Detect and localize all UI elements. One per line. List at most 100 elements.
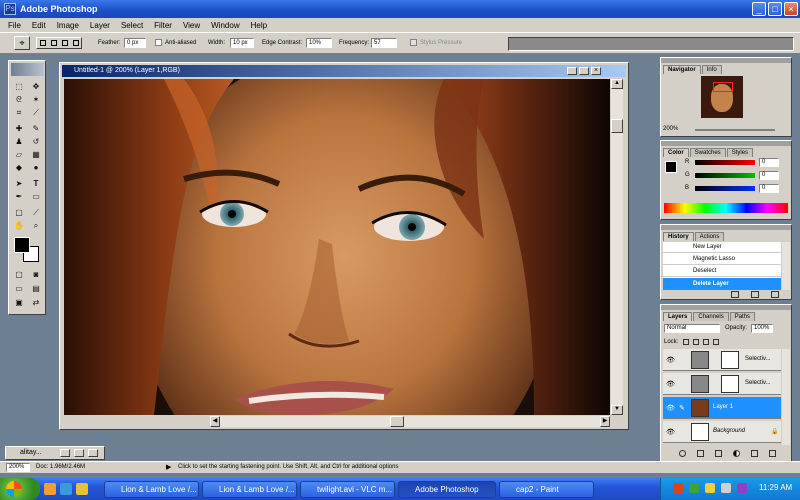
- menu-image[interactable]: Image: [57, 21, 79, 30]
- blue-slider[interactable]: [695, 186, 755, 191]
- minimized-document[interactable]: alitay...: [5, 446, 105, 460]
- menu-view[interactable]: View: [183, 21, 200, 30]
- frequency-field[interactable]: 57: [371, 38, 397, 48]
- menu-help[interactable]: Help: [251, 21, 267, 30]
- palette-well[interactable]: [508, 37, 794, 51]
- gradient-tool-icon[interactable]: ▦: [28, 149, 44, 160]
- selection-mode-buttons[interactable]: [36, 37, 82, 49]
- color-foreground-swatch[interactable]: [665, 161, 677, 173]
- tab-layers[interactable]: Layers: [663, 312, 693, 321]
- tray-icon[interactable]: [737, 483, 747, 493]
- magic-wand-icon[interactable]: ✶: [28, 94, 44, 105]
- scroll-up-icon[interactable]: ▲: [611, 79, 623, 89]
- zoom-tool-icon[interactable]: ⌕: [28, 220, 44, 231]
- navigator-view-box[interactable]: [713, 82, 733, 92]
- history-item[interactable]: Deselect: [663, 266, 781, 277]
- tab-info[interactable]: Info: [701, 65, 722, 74]
- jump-to-imageready-icon[interactable]: ⇄: [28, 297, 44, 308]
- ie-icon[interactable]: [60, 483, 72, 495]
- stamp-tool-icon[interactable]: ♟: [11, 136, 27, 147]
- navigator-zoom[interactable]: 200%: [663, 126, 678, 132]
- tray-icon[interactable]: [689, 483, 699, 493]
- taskbar-item[interactable]: Lion & Lamb Love /...: [104, 481, 199, 498]
- menu-file[interactable]: File: [8, 21, 21, 30]
- trash-icon[interactable]: [771, 291, 779, 298]
- history-item[interactable]: New Layer: [663, 242, 781, 253]
- eye-icon[interactable]: 👁: [666, 380, 675, 388]
- horizontal-scrollbar[interactable]: ◀ ▶: [210, 416, 610, 427]
- history-item[interactable]: Magnetic Lasso: [663, 254, 781, 265]
- type-tool-icon[interactable]: T: [28, 178, 44, 189]
- new-set-icon[interactable]: [715, 450, 722, 457]
- green-slider[interactable]: [695, 173, 755, 178]
- document-titlebar[interactable]: Untitled-1 @ 200% (Layer 1,RGB): [62, 65, 626, 77]
- lock-transparency-icon[interactable]: [683, 339, 689, 345]
- taskbar-item-active[interactable]: Adobe Photoshop: [398, 481, 496, 498]
- close-button[interactable]: ×: [784, 2, 798, 16]
- taskbar-item[interactable]: cap2 - Paint: [499, 481, 594, 498]
- tray-icon[interactable]: [673, 483, 683, 493]
- image-canvas[interactable]: [64, 79, 610, 415]
- hand-tool-icon[interactable]: ✋: [11, 220, 27, 231]
- doc-maximize-button[interactable]: [579, 67, 589, 75]
- edge-contrast-field[interactable]: 10%: [306, 38, 332, 48]
- lasso-tool-icon[interactable]: ᘓ: [11, 94, 27, 105]
- firefox-icon[interactable]: [44, 483, 56, 495]
- maximize-doc-button[interactable]: [74, 449, 84, 457]
- quick-mask-icon[interactable]: ◙: [28, 269, 44, 280]
- full-screen-menu-icon[interactable]: ▤: [28, 283, 44, 294]
- folder-icon[interactable]: [76, 483, 88, 495]
- history-scrollbar[interactable]: [782, 242, 790, 290]
- lock-position-icon[interactable]: [703, 339, 709, 345]
- history-brush-icon[interactable]: ↺: [28, 136, 44, 147]
- antialiased-checkbox[interactable]: [155, 39, 162, 46]
- crop-tool-icon[interactable]: ⌗: [11, 107, 27, 118]
- path-select-icon[interactable]: ➤: [11, 178, 27, 189]
- green-field[interactable]: 0: [759, 171, 779, 180]
- foreground-color-front[interactable]: [14, 237, 30, 253]
- move-tool-icon[interactable]: ✥: [28, 81, 44, 92]
- vertical-scrollbar[interactable]: ▲ ▼: [611, 79, 623, 415]
- eraser-tool-icon[interactable]: ▱: [11, 149, 27, 160]
- blue-field[interactable]: 0: [759, 184, 779, 193]
- taskbar-item[interactable]: twilight.avi - VLC m...: [300, 481, 395, 498]
- tab-paths[interactable]: Paths: [729, 312, 756, 321]
- start-button[interactable]: [0, 478, 40, 500]
- eye-icon[interactable]: 👁: [666, 356, 675, 364]
- maximize-button[interactable]: □: [768, 2, 782, 16]
- layer-row-selected[interactable]: 👁 ✎ Layer 1: [663, 397, 781, 419]
- navigator-zoom-slider[interactable]: [695, 129, 775, 131]
- lock-pixels-icon[interactable]: [693, 339, 699, 345]
- width-field[interactable]: 10 px: [230, 38, 254, 48]
- volume-icon[interactable]: [721, 483, 731, 493]
- minimize-button[interactable]: _: [752, 2, 766, 16]
- opacity-field[interactable]: 100%: [751, 324, 773, 333]
- tab-actions[interactable]: Actions: [694, 232, 725, 241]
- lock-all-icon[interactable]: [713, 339, 719, 345]
- tab-history[interactable]: History: [663, 232, 694, 241]
- scroll-down-icon[interactable]: ▼: [611, 405, 623, 415]
- layer-row[interactable]: 👁 Background 🔒: [663, 421, 781, 443]
- new-snapshot-icon[interactable]: [731, 291, 739, 298]
- clock[interactable]: 11:29 AM: [759, 483, 792, 492]
- adobe-logo-icon[interactable]: [11, 63, 44, 76]
- shape-tool-icon[interactable]: ▭: [28, 191, 44, 202]
- intersect-selection-icon[interactable]: [73, 40, 79, 46]
- doc-minimize-button[interactable]: [567, 67, 577, 75]
- standard-mode-icon[interactable]: ▢: [11, 269, 27, 280]
- restore-button[interactable]: [60, 449, 70, 457]
- scroll-left-icon[interactable]: ◀: [210, 416, 220, 427]
- brush-tool-icon[interactable]: ✎: [28, 123, 44, 134]
- menu-filter[interactable]: Filter: [154, 21, 172, 30]
- eyedropper-icon[interactable]: ⟋: [28, 207, 44, 218]
- red-field[interactable]: 0: [759, 158, 779, 167]
- tray-icon[interactable]: [705, 483, 715, 493]
- red-slider[interactable]: [695, 160, 755, 165]
- notes-tool-icon[interactable]: ▢: [11, 207, 27, 218]
- add-selection-icon[interactable]: [51, 40, 57, 46]
- vertical-scroll-thumb[interactable]: [611, 119, 623, 133]
- tab-color[interactable]: Color: [663, 148, 689, 157]
- new-layer-icon[interactable]: [751, 450, 758, 457]
- feather-field[interactable]: 0 px: [124, 38, 146, 48]
- add-mask-icon[interactable]: [697, 450, 704, 457]
